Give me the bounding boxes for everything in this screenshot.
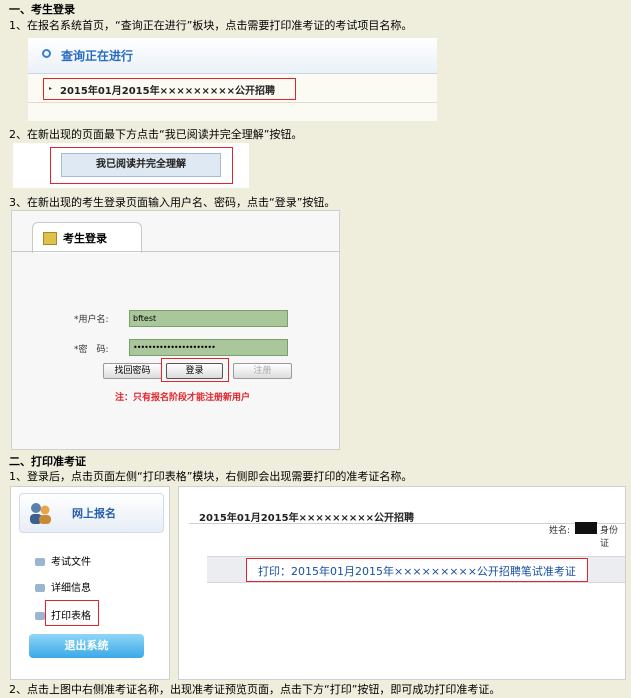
divider (28, 102, 437, 103)
agree-button[interactable]: 我已阅读并完全理解 (61, 153, 221, 177)
redacted-name (575, 522, 597, 534)
highlight-box (45, 600, 99, 626)
tag-icon (35, 558, 45, 566)
exam-title: 2015年01月2015年×××××××××公开招聘 (199, 513, 414, 524)
section-2-title: 二、打印准考证 (9, 455, 86, 468)
exam-link[interactable]: 2015年01月2015年×××××××××公开招聘 (60, 82, 275, 97)
highlight-box: ▸ 2015年01月2015年×××××××××公开招聘 (43, 78, 296, 100)
menu-item-exam-files[interactable]: 考试文件 (35, 553, 91, 568)
retrieve-password-button[interactable]: 找回密码 (103, 363, 162, 379)
step-1-text: 1、在报名系统首页，“查询正在进行”板块，点击需要打印准考证的考试项目名称。 (9, 19, 413, 32)
section-1-title: 一、考生登录 (9, 3, 75, 16)
screenshot-login: 考生登录 *用户名: bftest *密 码: ••••••••••••••••… (11, 210, 340, 450)
tab-line (12, 251, 339, 252)
register-note: 注：只有报名阶段才能注册新用户 (115, 393, 251, 403)
tag-icon (35, 584, 45, 592)
name-label: 姓名: (549, 526, 571, 536)
highlight-box: 打印：2015年01月2015年×××××××××公开招聘笔试准考证 (246, 558, 588, 582)
login-button[interactable]: 登录 (166, 363, 223, 379)
user-card-icon (43, 232, 57, 245)
p2-step-1-text: 1、登录后，点击页面左侧“打印表格”模块，右侧即会出现需要打印的准考证名称。 (9, 470, 413, 483)
sidebar-header: 网上报名 (19, 493, 164, 533)
p2-step-2-text: 2、点击上图中右侧准考证名称，出现准考证预览页面，点击下方“打印”按钮，即可成功… (9, 683, 501, 696)
screenshot-sidebar: 网上报名 考试文件 详细信息 打印表格 退出系统 (10, 486, 170, 680)
users-icon (27, 500, 53, 526)
print-link[interactable]: 打印：2015年01月2015年×××××××××公开招聘笔试准考证 (258, 563, 576, 579)
bullet-icon: ▸ (49, 85, 53, 92)
step-2-text: 2、在新出现的页面最下方点击“我已阅读并完全理解”按钮。 (9, 128, 303, 141)
password-label: *密 码: (74, 345, 109, 355)
panel-title: 查询正在进行 (61, 49, 134, 63)
register-button[interactable]: 注册 (233, 363, 292, 379)
tag-icon (35, 612, 45, 620)
login-tab: 考生登录 (32, 222, 142, 253)
password-input[interactable]: •••••••••••••••••••••• (129, 339, 288, 356)
menu-item-details[interactable]: 详细信息 (35, 579, 91, 594)
username-input[interactable]: bftest (129, 310, 288, 327)
step-3-text: 3、在新出现的考生登录页面输入用户名、密码，点击“登录”按钮。 (9, 196, 336, 209)
login-tab-title: 考生登录 (63, 232, 107, 245)
username-label: *用户名: (74, 315, 109, 325)
panel-header: 查询正在进行 (28, 38, 437, 74)
logout-button[interactable]: 退出系统 (29, 634, 144, 658)
screenshot-query-panel: 查询正在进行 ▸ 2015年01月2015年×××××××××公开招聘 (28, 38, 437, 121)
screenshot-print-panel: 2015年01月2015年×××××××××公开招聘 姓名: 身份证 打印：20… (178, 486, 626, 680)
screenshot-agree: 我已阅读并完全理解 (13, 143, 249, 188)
search-icon (42, 49, 51, 58)
sidebar-title: 网上报名 (72, 507, 116, 520)
id-label: 身份证 (600, 526, 619, 549)
